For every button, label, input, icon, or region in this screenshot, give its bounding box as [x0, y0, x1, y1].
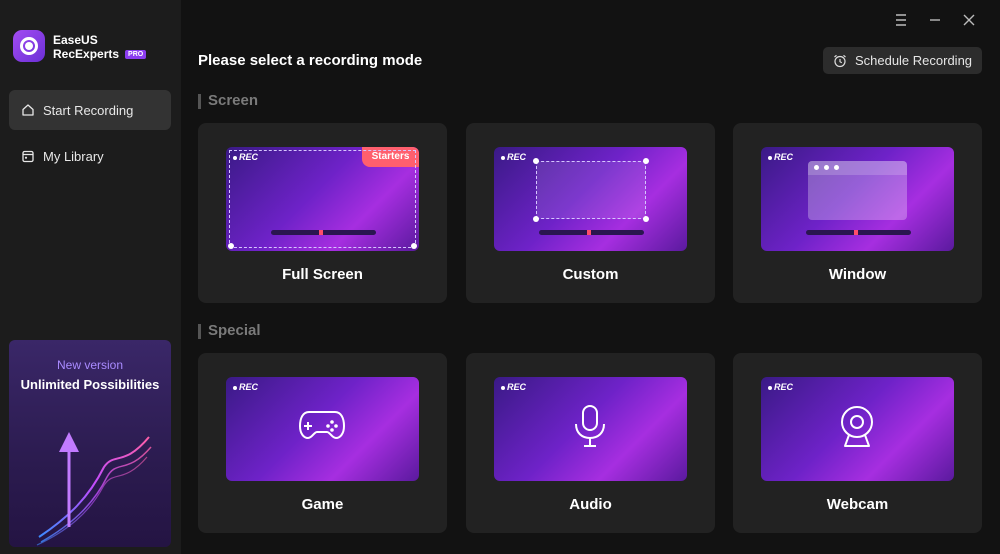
webcam-icon	[841, 406, 873, 447]
sidebar: EaseUS RecExperts PRO Start Recording My …	[0, 0, 181, 554]
brand-product: RecExperts	[53, 47, 120, 61]
rec-indicator: REC	[501, 152, 526, 162]
page-title: Please select a recording mode	[198, 52, 423, 69]
sidebar-item-label: My Library	[43, 148, 104, 164]
home-icon	[22, 104, 34, 116]
mode-thumbnail: REC Starters	[226, 147, 419, 251]
resize-handle	[533, 158, 539, 164]
resize-handle	[643, 158, 649, 164]
mode-card-audio[interactable]: REC Audio	[466, 353, 715, 533]
mode-thumbnail: REC	[761, 377, 954, 481]
minimize-icon[interactable]	[925, 10, 945, 30]
playback-bar	[271, 230, 376, 235]
mode-thumbnail: REC	[226, 377, 419, 481]
menu-icon[interactable]	[891, 10, 911, 30]
gamepad-icon	[298, 411, 346, 440]
library-icon	[22, 150, 34, 163]
resize-handle	[533, 216, 539, 222]
section-title-special: Special	[198, 322, 261, 339]
playback-bar	[806, 230, 911, 235]
mode-label: Game	[301, 496, 344, 513]
promo-title: Unlimited Possibilities	[20, 377, 160, 392]
rec-indicator: REC	[501, 382, 526, 392]
selection-frame	[536, 161, 646, 219]
mode-label: Full Screen	[282, 266, 363, 283]
alarm-clock-icon	[834, 54, 846, 67]
section-title-screen: Screen	[198, 92, 258, 109]
sidebar-item-my-library[interactable]: My Library	[9, 136, 171, 176]
mode-card-custom[interactable]: REC Custom	[466, 123, 715, 303]
growth-arrow-illustration	[36, 432, 152, 546]
resize-handle	[643, 216, 649, 222]
mode-label: Webcam	[826, 496, 889, 513]
sidebar-item-start-recording[interactable]: Start Recording	[9, 90, 171, 130]
schedule-label: Schedule Recording	[854, 53, 973, 68]
mode-thumbnail: REC	[494, 377, 687, 481]
playback-bar	[539, 230, 644, 235]
mode-card-webcam[interactable]: REC Webcam	[733, 353, 982, 533]
promo-subtitle: New version	[56, 358, 124, 372]
pro-badge: PRO	[125, 50, 147, 60]
mode-thumbnail: REC	[494, 147, 687, 251]
close-icon[interactable]	[959, 10, 979, 30]
brand-name: EaseUS	[53, 33, 98, 47]
mode-label: Audio	[569, 496, 612, 513]
mode-label: Custom	[562, 266, 619, 283]
rec-indicator: REC	[233, 382, 258, 392]
rec-indicator: REC	[768, 152, 793, 162]
mode-card-full-screen[interactable]: REC Starters Full Screen	[198, 123, 447, 303]
app-logo-icon	[13, 30, 45, 62]
app-brand: EaseUS RecExperts PRO	[53, 33, 147, 61]
window-mockup	[808, 161, 907, 220]
resize-handle	[411, 243, 417, 249]
schedule-recording-button[interactable]: Schedule Recording	[823, 47, 982, 74]
mode-card-game[interactable]: REC Game	[198, 353, 447, 533]
mode-thumbnail: REC	[761, 147, 954, 251]
mode-label: Window	[828, 266, 887, 283]
resize-handle	[228, 243, 234, 249]
sidebar-item-label: Start Recording	[43, 102, 134, 118]
microphone-icon	[575, 405, 605, 447]
promo-banner[interactable]: New version Unlimited Possibilities	[9, 340, 171, 547]
mode-card-window[interactable]: REC Window	[733, 123, 982, 303]
rec-indicator: REC	[768, 382, 793, 392]
